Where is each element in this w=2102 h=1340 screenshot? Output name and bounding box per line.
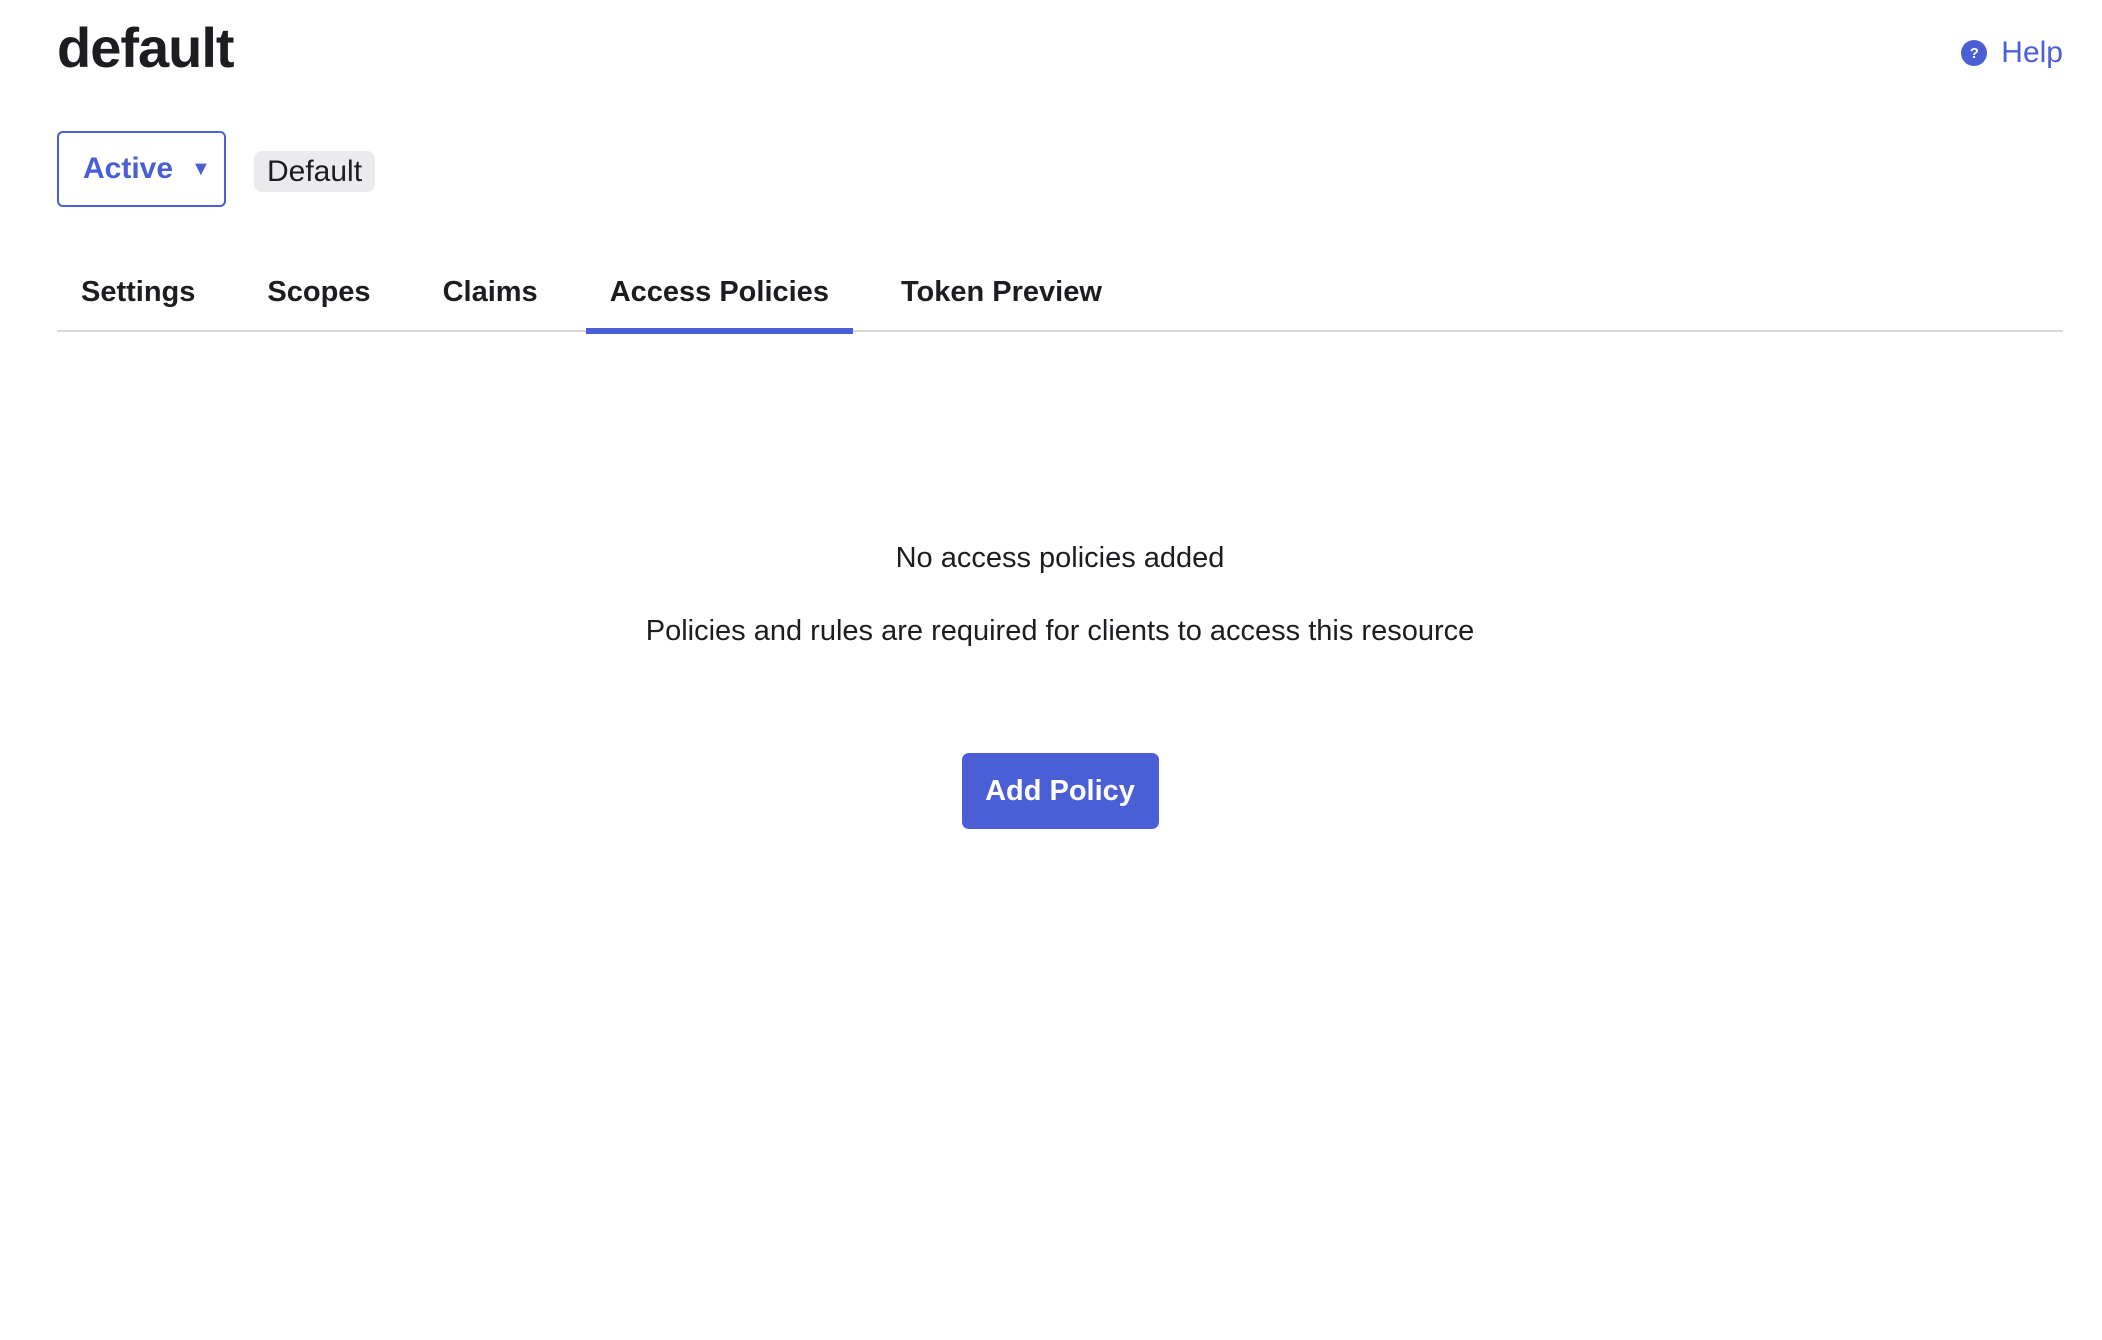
tab-bar: Settings Scopes Claims Access Policies T…: [57, 258, 2063, 334]
status-row: Active ▼ Default: [57, 131, 376, 207]
add-policy-button[interactable]: Add Policy: [961, 753, 1159, 829]
help-link[interactable]: ? Help: [1961, 36, 2063, 70]
tab-claims[interactable]: Claims: [419, 258, 562, 332]
tab-label: Claims: [442, 275, 538, 308]
authorization-server-page: default ? Help Active ▼ Default Settings…: [57, 0, 2063, 1340]
tab-token-preview[interactable]: Token Preview: [877, 258, 1126, 332]
tab-settings[interactable]: Settings: [57, 258, 219, 332]
tab-scopes[interactable]: Scopes: [243, 258, 394, 332]
help-label: Help: [2001, 36, 2063, 69]
status-dropdown-label: Active: [83, 152, 174, 185]
status-dropdown[interactable]: Active ▼: [57, 131, 226, 207]
help-circle-icon: ?: [1961, 40, 1988, 66]
tab-access-policies[interactable]: Access Policies: [585, 258, 854, 334]
default-badge: Default: [254, 150, 376, 192]
empty-state-description: Policies and rules are required for clie…: [645, 615, 1475, 647]
tab-label: Scopes: [267, 275, 371, 308]
empty-state-title: No access policies added: [895, 542, 1225, 574]
caret-down-icon: ▼: [191, 158, 211, 180]
empty-state: No access policies added Policies and ru…: [57, 538, 2063, 829]
tab-label: Access Policies: [609, 275, 829, 308]
page-title: default: [57, 16, 235, 79]
tab-label: Settings: [81, 275, 196, 308]
tab-label: Token Preview: [900, 275, 1102, 308]
